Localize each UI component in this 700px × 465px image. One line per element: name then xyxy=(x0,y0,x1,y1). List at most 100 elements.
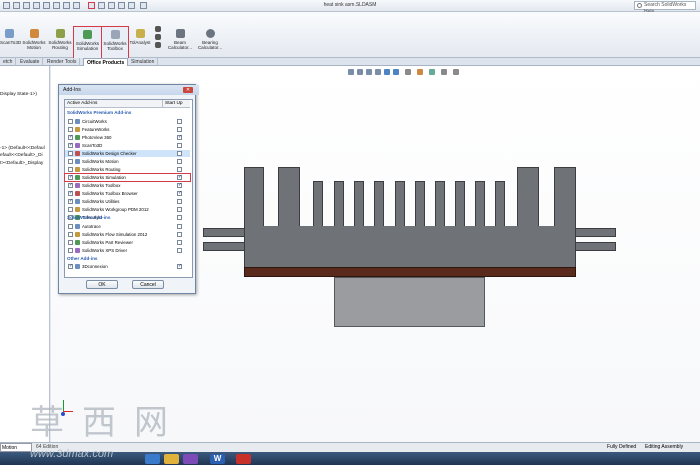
tool-icon-1[interactable] xyxy=(155,26,161,32)
ok-button[interactable]: OK xyxy=(86,280,118,289)
add-in-row[interactable]: SolidWorks Workgroup PDM 2012 xyxy=(65,206,190,213)
add-in-row[interactable]: SolidWorks Utilities xyxy=(65,198,190,205)
solidworks-motion-button[interactable]: SolidWorks Motion xyxy=(22,26,46,58)
add-in-row[interactable]: SolidWorks Motion xyxy=(65,158,190,165)
tree-item[interactable]: efault<<Default>_Di xyxy=(0,153,43,158)
zoom-to-fit-icon[interactable] xyxy=(348,69,354,75)
add-in-row[interactable]: 3Dconnexion xyxy=(65,263,190,270)
active-checkbox[interactable] xyxy=(68,142,73,149)
add-in-row[interactable]: SolidWorks Part Reviewer xyxy=(65,239,190,246)
startup-checkbox[interactable] xyxy=(177,199,182,204)
tree-item[interactable]: t><Default>_Display xyxy=(0,161,43,166)
bearing-calculator-button[interactable]: Bearing Calculator... xyxy=(195,26,225,58)
active-checkbox[interactable] xyxy=(68,263,73,270)
tree-item[interactable]: Display State-1>) xyxy=(0,92,37,97)
group-addins[interactable]: SolidWorks Add-ins xyxy=(67,215,110,220)
close-button[interactable]: ✕ xyxy=(183,87,193,93)
active-checkbox[interactable] xyxy=(68,174,73,181)
view-orientation-icon[interactable] xyxy=(384,69,390,75)
add-in-row[interactable]: PhotoView 360 xyxy=(65,134,190,141)
scene-icon[interactable] xyxy=(429,69,435,75)
active-checkbox[interactable] xyxy=(68,224,73,229)
cancel-button[interactable]: Cancel xyxy=(132,280,164,289)
active-checkbox[interactable] xyxy=(68,190,73,197)
active-checkbox[interactable] xyxy=(68,119,73,124)
startup-checkbox[interactable] xyxy=(177,182,182,189)
active-checkbox[interactable] xyxy=(68,127,73,132)
startup-checkbox[interactable] xyxy=(177,119,182,124)
add-ins-list[interactable]: Active Add-ins Start Up SolidWorks Premi… xyxy=(64,99,193,278)
startup-checkbox[interactable] xyxy=(177,127,182,132)
startup-checkbox[interactable] xyxy=(177,263,182,270)
startup-checkbox[interactable] xyxy=(177,190,182,197)
tree-item[interactable]: -1> (Default<<Defaul xyxy=(0,146,45,151)
add-in-label: SolidWorks Part Reviewer xyxy=(82,240,133,245)
add-in-row[interactable]: SolidWorks Simulation xyxy=(64,173,191,182)
startup-checkbox[interactable] xyxy=(177,174,182,181)
display-style-icon[interactable] xyxy=(393,69,399,75)
help-search-input[interactable]: Search SolidWorks Help xyxy=(634,1,696,15)
column-header-startup[interactable]: Start Up xyxy=(162,100,190,108)
scanto3d-button[interactable]: ScanTo3D xyxy=(0,26,21,58)
solidworks-routing-button[interactable]: SolidWorks Routing xyxy=(48,26,72,58)
view-settings-icon[interactable] xyxy=(441,69,447,75)
active-checkbox[interactable] xyxy=(68,167,73,172)
active-checkbox[interactable] xyxy=(68,159,73,164)
add-in-row[interactable]: SolidWorks Toolbox Browser xyxy=(65,190,190,197)
group-premium[interactable]: SolidWorks Premium Add-ins xyxy=(67,110,131,115)
startup-checkbox[interactable] xyxy=(177,143,182,148)
solidworks-simulation-button[interactable]: SolidWorks Simulation xyxy=(73,26,102,60)
zoom-area-icon[interactable] xyxy=(357,69,363,75)
active-checkbox[interactable] xyxy=(68,151,73,156)
display-pane-icon[interactable] xyxy=(453,69,459,75)
active-checkbox[interactable] xyxy=(68,134,73,141)
active-checkbox[interactable] xyxy=(68,240,73,245)
solidworks-icon[interactable] xyxy=(236,454,251,464)
startup-checkbox[interactable] xyxy=(177,159,182,164)
active-checkbox[interactable] xyxy=(68,207,73,212)
add-in-row[interactable]: SolidWorks XPS Driver xyxy=(65,247,190,254)
add-in-row[interactable]: CircuitWorks xyxy=(65,118,190,125)
add-in-row[interactable]: FeatureWorks xyxy=(65,126,190,133)
add-in-row[interactable]: SolidWorks Flow Simulation 2012 xyxy=(65,231,190,238)
startup-checkbox[interactable] xyxy=(177,240,182,245)
tab-sketch[interactable]: etch xyxy=(0,58,17,66)
tab-simulation[interactable]: Simulation xyxy=(128,58,159,66)
media-icon[interactable] xyxy=(183,454,198,464)
add-in-icon xyxy=(75,135,80,140)
add-in-row[interactable]: SolidWorks Routing xyxy=(65,166,190,173)
active-checkbox[interactable] xyxy=(68,182,73,189)
active-checkbox[interactable] xyxy=(68,198,73,205)
active-checkbox[interactable] xyxy=(68,248,73,253)
explorer-icon[interactable] xyxy=(164,454,179,464)
add-in-row[interactable]: Autotrace xyxy=(65,223,190,230)
tab-render-tools[interactable]: Render Tools xyxy=(44,58,81,66)
group-other[interactable]: Other Add-ins xyxy=(67,256,97,261)
word-icon[interactable]: W xyxy=(210,454,225,464)
previous-view-icon[interactable] xyxy=(366,69,372,75)
section-view-icon[interactable] xyxy=(375,69,381,75)
startup-checkbox[interactable] xyxy=(177,232,182,237)
startup-checkbox[interactable] xyxy=(177,248,182,253)
startup-checkbox[interactable] xyxy=(177,134,182,141)
column-header-active[interactable]: Active Add-ins xyxy=(65,100,162,108)
startup-checkbox[interactable] xyxy=(177,215,182,220)
hide-show-icon[interactable] xyxy=(405,69,411,75)
startup-checkbox[interactable] xyxy=(177,151,182,156)
add-in-row[interactable]: SolidWorks Toolbox xyxy=(65,182,190,189)
tool-icon-3[interactable] xyxy=(155,42,161,48)
tool-icon-2[interactable] xyxy=(155,34,161,40)
add-in-row[interactable]: SolidWorks Design Checker xyxy=(65,150,190,157)
startup-checkbox[interactable] xyxy=(177,224,182,229)
tab-evaluate[interactable]: Evaluate xyxy=(17,58,44,66)
startup-checkbox[interactable] xyxy=(177,207,182,212)
startup-checkbox[interactable] xyxy=(177,167,182,172)
tab-motion-study[interactable]: Motion Study 1 xyxy=(0,443,32,460)
tolanalyst-button[interactable]: TolAnalyst xyxy=(128,26,152,58)
appearance-icon[interactable] xyxy=(417,69,423,75)
beam-calculator-button[interactable]: Beam Calculator... xyxy=(166,26,194,58)
active-checkbox[interactable] xyxy=(68,232,73,237)
solidworks-toolbox-button[interactable]: SolidWorks Toolbox xyxy=(101,26,129,60)
ie-icon[interactable] xyxy=(145,454,160,464)
add-in-row[interactable]: ScanTo3D xyxy=(65,142,190,149)
